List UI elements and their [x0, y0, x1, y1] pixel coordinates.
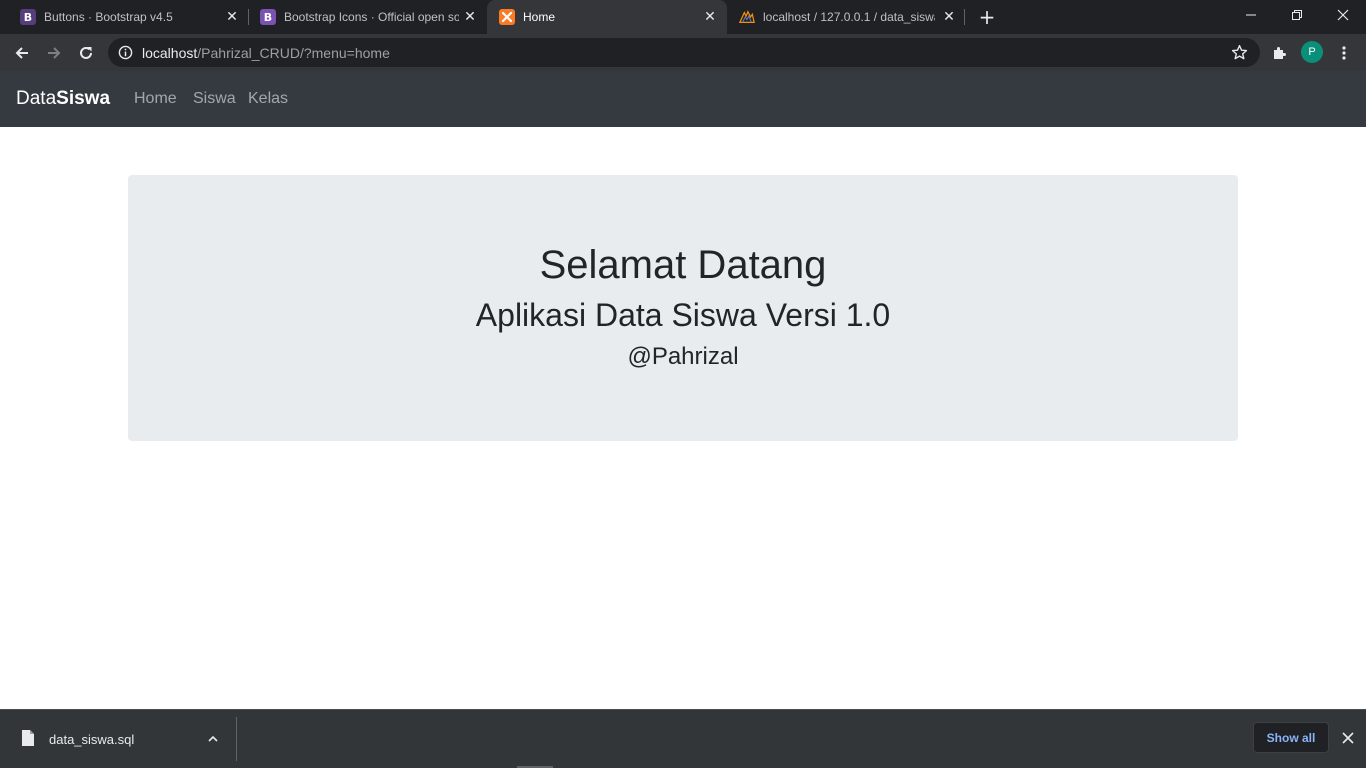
new-tab-button[interactable]: +: [976, 6, 998, 28]
bootstrap-icon: B: [20, 9, 36, 25]
author-credit: @Pahrizal: [627, 343, 739, 370]
shelf-close-button[interactable]: [1338, 728, 1358, 748]
tab-title: Bootstrap Icons · Official open so: [284, 10, 459, 24]
close-icon[interactable]: ✕: [940, 8, 958, 26]
puzzle-icon: [1274, 47, 1286, 59]
site-navbar: DataSiswa Home Siswa Kelas: [0, 71, 1366, 127]
nav-link-home[interactable]: Home: [134, 90, 177, 108]
tab-title: Home: [523, 10, 556, 24]
back-button[interactable]: [10, 41, 34, 65]
app-subheading: Aplikasi Data Siswa Versi 1.0: [475, 297, 891, 333]
minimize-button[interactable]: [1228, 0, 1274, 30]
show-all-button[interactable]: Show all: [1253, 722, 1329, 753]
chevron-up-icon: [208, 735, 218, 742]
nav-link-kelas[interactable]: Kelas: [248, 90, 288, 108]
window-close-button[interactable]: [1320, 0, 1366, 30]
xampp-icon: [499, 9, 515, 25]
reload-icon: [80, 46, 92, 59]
tab-home[interactable]: Home ✕: [487, 0, 727, 34]
welcome-jumbotron: Selamat Datang Aplikasi Data Siswa Versi…: [128, 175, 1238, 441]
navbar-brand[interactable]: DataSiswa: [16, 88, 110, 110]
url-host: localhost: [142, 45, 198, 61]
browser-toolbar: localhost/Pahrizal_CRUD/?menu=home P: [0, 34, 1366, 71]
restore-button[interactable]: [1274, 0, 1320, 30]
menu-button[interactable]: [1332, 41, 1356, 65]
tab-separator: [964, 9, 965, 25]
close-icon[interactable]: ✕: [223, 8, 241, 26]
close-icon: [1337, 9, 1349, 21]
phpmyadmin-icon: [739, 9, 755, 25]
url-path: /Pahrizal_CRUD/?menu=home: [197, 45, 390, 61]
welcome-heading: Selamat Datang: [539, 243, 827, 287]
url-text: localhost/Pahrizal_CRUD/?menu=home: [142, 45, 390, 61]
bookmark-star-icon[interactable]: [1231, 44, 1248, 61]
file-icon: [22, 730, 34, 746]
tab-phpmyadmin[interactable]: localhost / 127.0.0.1 / data_siswa ✕: [727, 0, 965, 34]
download-file-name: data_siswa.sql: [49, 732, 135, 747]
tab-title: Buttons · Bootstrap v4.5: [44, 10, 173, 24]
download-options-button[interactable]: [204, 730, 222, 748]
bootstrap-icon: B: [260, 9, 276, 25]
arrow-right-icon: [48, 47, 61, 59]
tab-bootstrap-buttons[interactable]: B Buttons · Bootstrap v4.5 ✕: [8, 0, 246, 34]
address-bar[interactable]: localhost/Pahrizal_CRUD/?menu=home: [108, 38, 1260, 67]
tab-title: localhost / 127.0.0.1 / data_siswa: [763, 10, 935, 24]
forward-button[interactable]: [42, 41, 66, 65]
profile-avatar[interactable]: P: [1301, 41, 1323, 63]
nav-link-siswa[interactable]: Siswa: [193, 90, 236, 108]
download-item[interactable]: data_siswa.sql: [0, 710, 236, 768]
brand-text-light: Data: [16, 88, 57, 109]
restore-icon: [1292, 10, 1302, 20]
browser-tab-strip: B Buttons · Bootstrap v4.5 ✕ B Bootstrap…: [0, 0, 1366, 34]
close-icon[interactable]: ✕: [461, 8, 479, 26]
kebab-menu-icon: [1342, 46, 1346, 60]
arrow-left-icon: [15, 47, 28, 59]
reload-button[interactable]: [74, 41, 98, 65]
close-icon: [1342, 732, 1354, 744]
download-shelf: data_siswa.sql Show all: [0, 709, 1366, 768]
minimize-icon: [1246, 14, 1256, 16]
close-icon[interactable]: ✕: [701, 8, 719, 26]
brand-text-bold: Siswa: [56, 88, 111, 109]
extensions-button[interactable]: [1267, 41, 1291, 65]
tab-bootstrap-icons[interactable]: B Bootstrap Icons · Official open so ✕: [248, 0, 486, 34]
info-icon[interactable]: [118, 45, 133, 60]
shelf-divider: [236, 717, 237, 761]
